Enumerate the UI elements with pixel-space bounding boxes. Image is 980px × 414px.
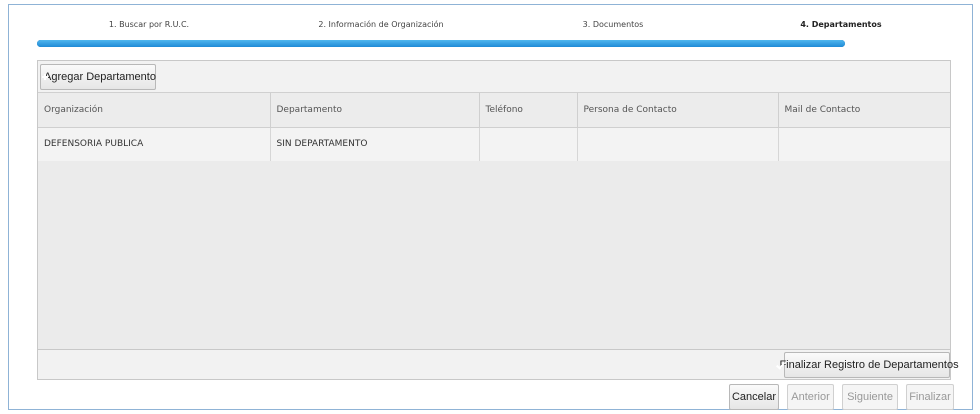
step-informacion-organizacion[interactable]: 2. Información de Organización <box>318 20 443 29</box>
add-department-label: Agregar Departamento <box>44 71 156 83</box>
column-header-telefono[interactable]: Teléfono <box>479 93 578 128</box>
cell-telefono <box>479 127 578 162</box>
add-department-button[interactable]: Agregar Departamento <box>40 64 156 90</box>
step-departamentos[interactable]: 4. Departamentos <box>800 20 881 29</box>
table-empty-area <box>38 161 950 349</box>
panel-toolbar: Agregar Departamento <box>38 61 950 93</box>
cell-mail-contacto <box>778 127 950 162</box>
departments-panel: Agregar Departamento Organización Depart… <box>37 60 959 380</box>
table-row[interactable]: DEFENSORIA PUBLICA SIN DEPARTAMENTO <box>38 127 950 162</box>
next-button[interactable]: Siguiente <box>842 384 898 410</box>
previous-button[interactable]: Anterior <box>787 384 834 410</box>
panel-footer: Finalizar Registro de Departamentos <box>38 349 959 379</box>
step-documentos[interactable]: 3. Documentos <box>583 20 644 29</box>
table-header-row: Organización Departamento Teléfono Perso… <box>38 93 950 128</box>
wizard-progress-bar <box>37 40 845 47</box>
wizard-steps: 1. Buscar por R.U.C. 2. Información de O… <box>37 20 882 34</box>
cell-organizacion: DEFENSORIA PUBLICA <box>38 127 271 162</box>
column-header-organizacion[interactable]: Organización <box>38 93 271 128</box>
finalize-registration-label: Finalizar Registro de Departamentos <box>779 359 959 371</box>
wizard-progress-fill <box>37 40 845 47</box>
column-header-mail-contacto[interactable]: Mail de Contacto <box>778 93 950 128</box>
column-header-departamento[interactable]: Departamento <box>270 93 480 128</box>
cancel-button[interactable]: Cancelar <box>729 384 779 410</box>
departments-table: Organización Departamento Teléfono Perso… <box>38 93 950 162</box>
finalize-registration-button[interactable]: Finalizar Registro de Departamentos <box>779 352 959 378</box>
cell-persona-contacto <box>577 127 779 162</box>
finish-button[interactable]: Finalizar <box>906 384 954 410</box>
column-header-persona-contacto[interactable]: Persona de Contacto <box>577 93 779 128</box>
cell-departamento: SIN DEPARTAMENTO <box>270 127 480 162</box>
step-buscar-ruc[interactable]: 1. Buscar por R.U.C. <box>109 20 189 29</box>
